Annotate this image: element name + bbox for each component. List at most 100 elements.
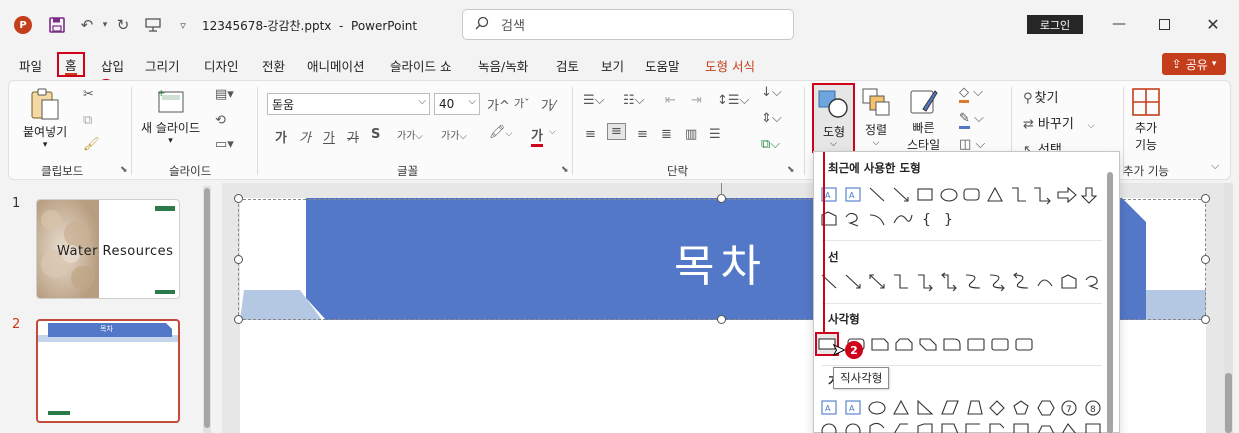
rectangles-heading: 사각형 <box>828 312 860 326</box>
smartart-icon[interactable]: ⧉⌵ <box>761 137 780 152</box>
tab-transitions[interactable]: 전환 <box>262 56 285 75</box>
shadow-icon[interactable]: S <box>371 127 380 142</box>
line-shapes-icons[interactable] <box>820 272 1102 292</box>
columns-icon[interactable]: ▥ <box>685 127 697 142</box>
paragraph-launcher-icon[interactable]: ⬊ <box>787 165 795 175</box>
quick-styles-button[interactable]: 빠른 스타일 <box>907 87 940 153</box>
align-text-icon[interactable]: ⇕⌵ <box>761 111 782 126</box>
tab-insert[interactable]: 삽입 <box>101 56 124 75</box>
collapse-ribbon-icon[interactable]: ⌵ <box>1211 159 1219 173</box>
shapes-button[interactable]: 도형 ⌵ <box>812 83 855 153</box>
tab-design[interactable]: 디자인 <box>204 56 239 75</box>
text-direction-icon[interactable]: ↓⌵ <box>761 85 782 100</box>
recent-shapes-icons[interactable]: A A <box>820 185 1102 205</box>
addins-button[interactable]: 추가 기능 <box>1131 87 1161 153</box>
canvas-scrollbar[interactable] <box>1224 183 1233 433</box>
shape-outline-icon[interactable]: ✎ ⌵ <box>959 111 984 129</box>
redo-icon[interactable]: ↻ <box>112 14 134 36</box>
justify-icon[interactable]: ≣ <box>661 127 672 142</box>
find-button[interactable]: ⚲ 찾기 <box>1023 87 1058 106</box>
tab-review[interactable]: 검토 <box>556 56 579 75</box>
scrollbar-thumb[interactable] <box>1107 172 1113 433</box>
resize-handle[interactable] <box>1201 194 1210 203</box>
strikethrough-icon[interactable]: 가 <box>347 127 359 146</box>
tab-slideshow[interactable]: 슬라이드 쇼 <box>390 56 451 75</box>
slide-thumbnail-2[interactable]: 목차 <box>36 319 180 423</box>
numbering-icon[interactable]: ☷⌵ <box>623 93 645 108</box>
distribute-icon[interactable]: ☰ <box>709 127 721 142</box>
reset-icon[interactable]: ⟲ <box>215 113 226 128</box>
slides-pane-scrollbar[interactable] <box>203 186 211 433</box>
slide-thumbnail-1[interactable]: Water Resources <box>36 199 180 299</box>
search-box[interactable]: 검색 <box>462 9 794 40</box>
resize-handle[interactable] <box>234 255 243 264</box>
shape-effects-icon[interactable]: ◫ ⌵ <box>959 137 985 152</box>
section-icon[interactable]: ▭▾ <box>215 137 234 152</box>
scrollbar-thumb[interactable] <box>204 188 210 428</box>
recent-shapes-icons[interactable]: { } <box>820 209 1102 229</box>
minimize-icon[interactable]: — <box>1099 10 1139 38</box>
line-spacing-icon[interactable]: ↕☰⌵ <box>717 93 749 108</box>
gallery-scrollbar[interactable] <box>1106 170 1115 433</box>
font-color-icon[interactable]: 가 <box>531 125 543 147</box>
bold-icon[interactable]: 가 <box>275 127 287 146</box>
format-painter-icon[interactable]: 🖌 <box>83 137 100 152</box>
arrange-button[interactable]: 정렬 ⌵ <box>861 87 891 148</box>
clear-format-icon[interactable]: 가⁄ <box>541 95 555 114</box>
slide-1-title: Water Resources <box>57 244 174 259</box>
shape-fill-icon[interactable]: ◇ ⌵ <box>959 85 983 103</box>
customize-qat-icon[interactable]: ▿ <box>172 14 194 36</box>
resize-handle[interactable] <box>1201 315 1210 324</box>
paste-button[interactable]: 붙여넣기 ▾ <box>23 87 67 150</box>
login-button[interactable]: 로그인 <box>1027 15 1083 34</box>
font-launcher-icon[interactable]: ⬊ <box>561 165 569 175</box>
align-left-icon[interactable]: ≡ <box>585 127 596 142</box>
shrink-font-icon[interactable]: 가ˇ <box>514 95 530 111</box>
tab-home[interactable]: 홈 <box>57 52 85 77</box>
align-center-icon[interactable]: ≡ <box>607 123 626 140</box>
decrease-indent-icon[interactable]: ⇤ <box>665 93 676 108</box>
highlight-icon[interactable]: 🖍⌵ <box>489 125 512 140</box>
grow-font-icon[interactable]: 가^ <box>487 95 510 114</box>
layout-icon[interactable]: ▤▾ <box>215 87 234 102</box>
copy-icon[interactable]: ⧉ <box>83 113 92 128</box>
underline-icon[interactable]: 가 <box>323 127 335 146</box>
align-right-icon[interactable]: ≡ <box>637 127 648 142</box>
tab-record[interactable]: 녹음/녹화 <box>478 56 528 75</box>
presentation-icon[interactable] <box>142 14 164 36</box>
bullets-icon[interactable]: ☰⌵ <box>583 93 605 108</box>
basic-shapes-icons[interactable]: A A 7 8 <box>820 398 1102 418</box>
tab-file[interactable]: 파일 <box>19 56 42 75</box>
maximize-icon[interactable] <box>1144 10 1184 38</box>
tab-view[interactable]: 보기 <box>601 56 624 75</box>
resize-handle[interactable] <box>717 194 726 203</box>
char-spacing-icon[interactable]: 가가⌵ <box>397 127 423 142</box>
tab-shape-format[interactable]: 도형 서식 <box>705 56 755 75</box>
tab-animations[interactable]: 애니메이션 <box>307 56 365 75</box>
clipboard-launcher-icon[interactable]: ⬊ <box>120 165 128 175</box>
resize-handle[interactable] <box>234 194 243 203</box>
replace-button[interactable]: ⇄ 바꾸기 ⌵ <box>1023 113 1095 132</box>
italic-icon[interactable]: 가 <box>299 127 311 146</box>
resize-handle[interactable] <box>1201 255 1210 264</box>
resize-handle[interactable] <box>717 315 726 324</box>
save-icon[interactable] <box>46 14 68 36</box>
chevron-down-icon[interactable]: ⌵ <box>549 127 556 137</box>
cut-icon[interactable]: ✂ <box>83 87 94 102</box>
increase-indent-icon[interactable]: ⇥ <box>691 93 702 108</box>
tooltip: 직사각형 <box>833 367 890 389</box>
addins-group-label: 추가 기능 <box>1123 164 1169 178</box>
close-icon[interactable]: ✕ <box>1193 10 1233 38</box>
font-name-combo[interactable]: 돋움 ⌵ <box>267 93 430 115</box>
document-title: 12345678-강감찬.pptx - PowerPoint <box>202 19 418 33</box>
basic-shapes-icons[interactable] <box>820 422 1102 433</box>
scrollbar-thumb[interactable] <box>1225 373 1232 433</box>
share-button[interactable]: ⇪ 공유 ▾ <box>1162 53 1226 75</box>
font-size-combo[interactable]: 40 ⌵ <box>434 93 480 115</box>
lines-heading: 선 <box>828 250 839 264</box>
change-case-icon[interactable]: 가가⌵ <box>441 127 467 142</box>
tab-draw[interactable]: 그리기 <box>145 56 180 75</box>
new-slide-button[interactable]: + 새 슬라이드 ▾ <box>141 87 200 146</box>
tab-help[interactable]: 도움말 <box>645 56 680 75</box>
resize-handle[interactable] <box>234 315 243 324</box>
